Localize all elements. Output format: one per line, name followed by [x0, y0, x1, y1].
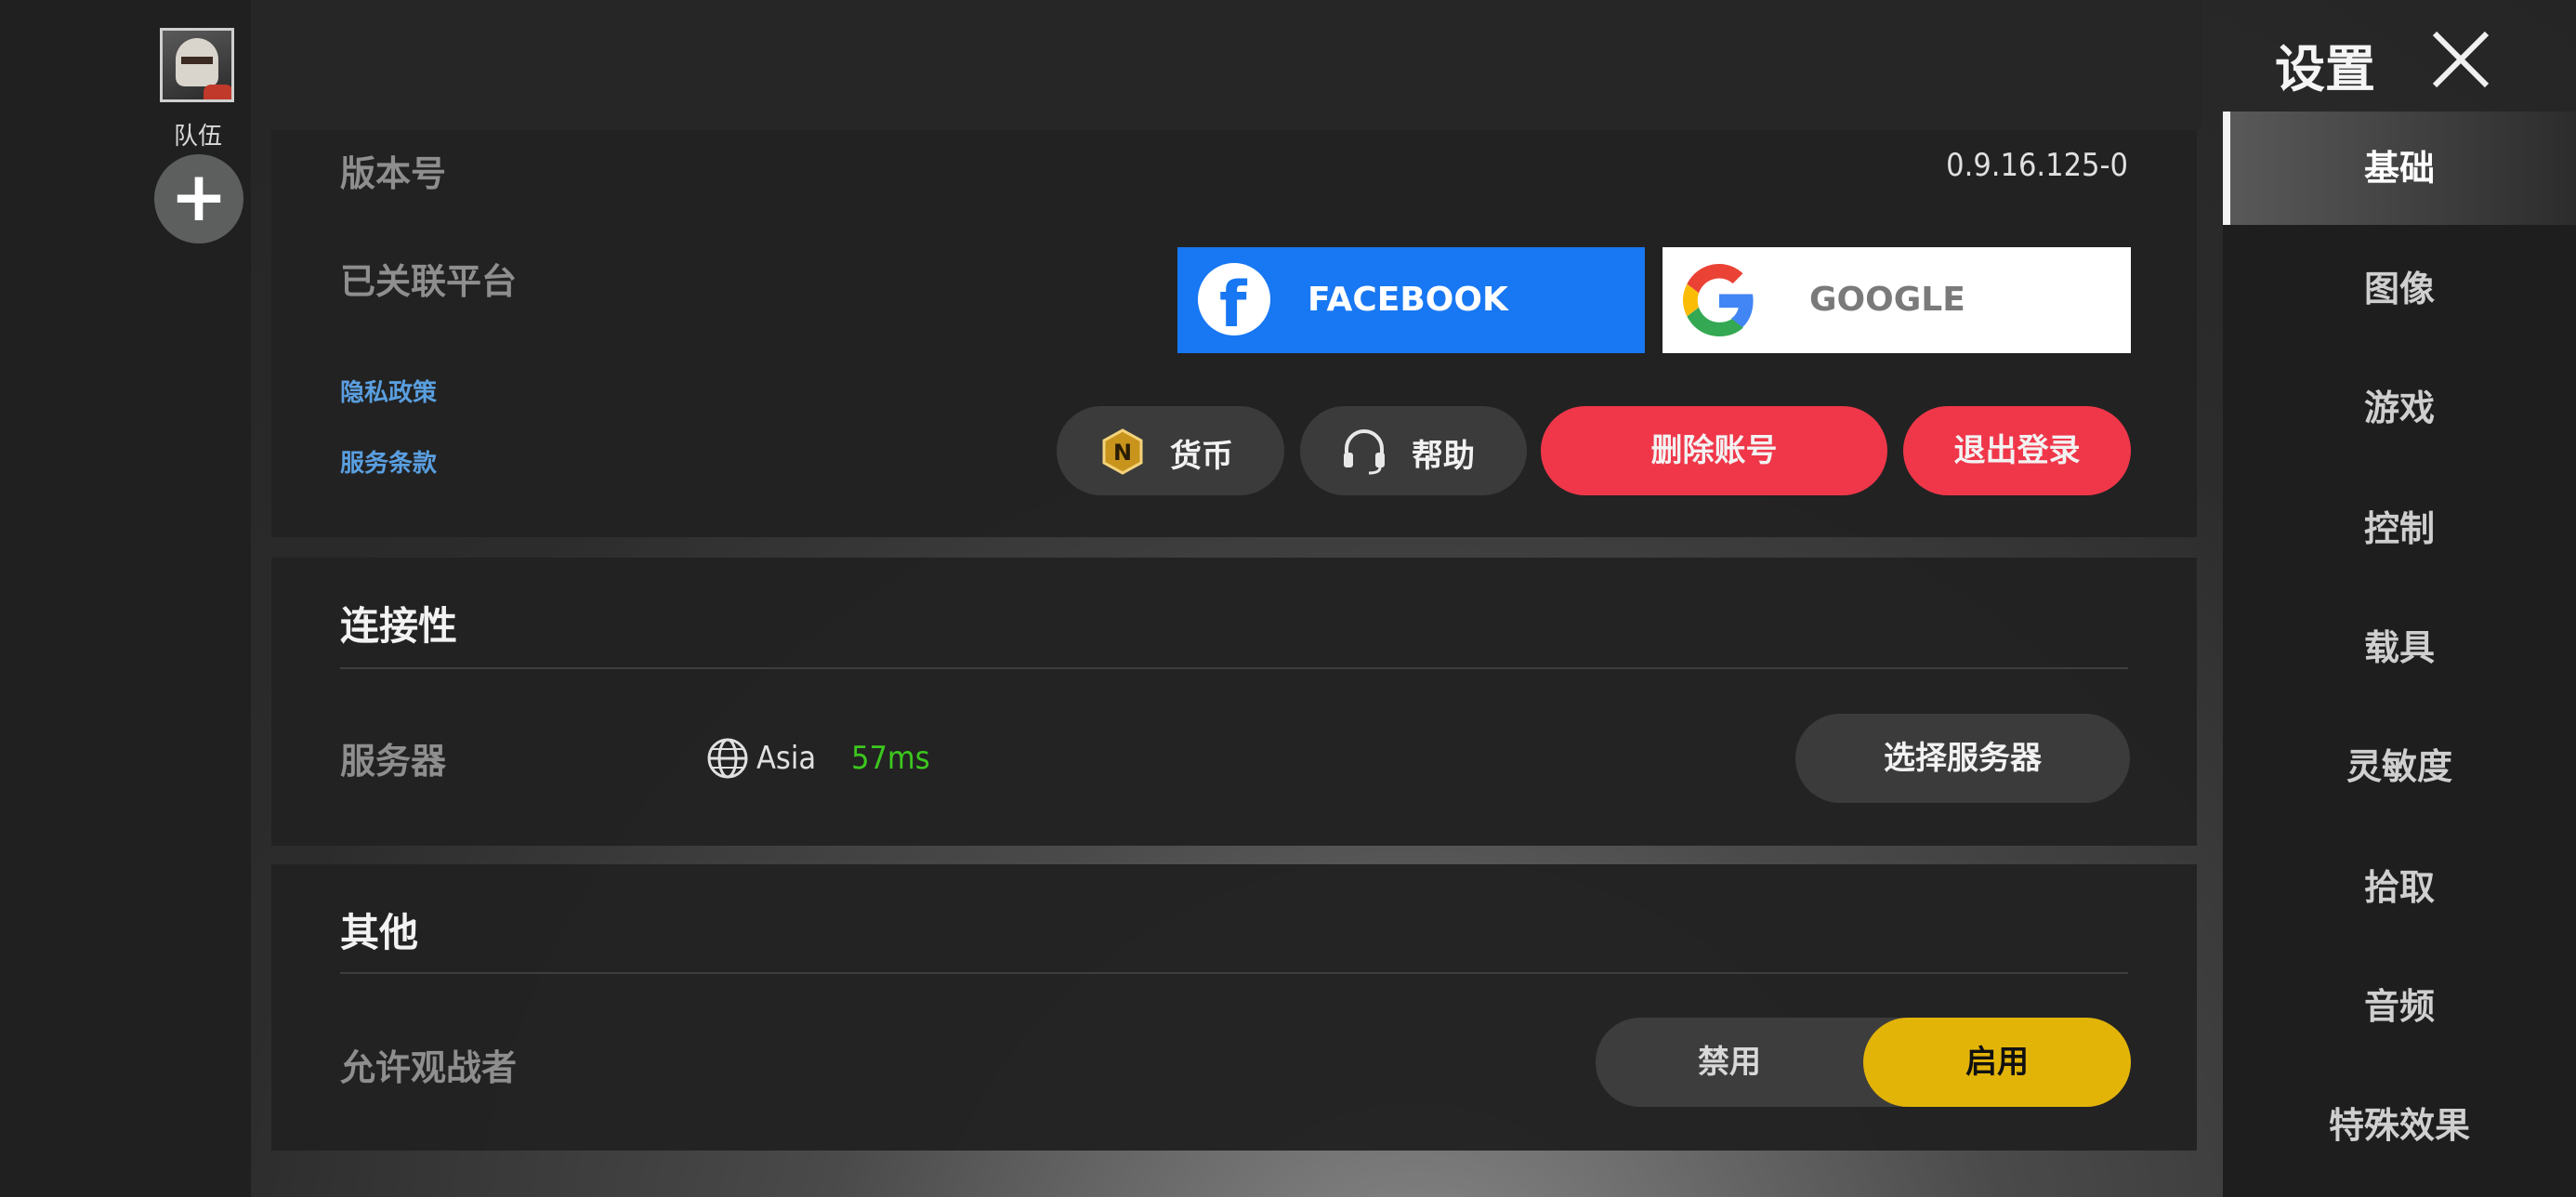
svg-text:N: N [1113, 440, 1132, 466]
server-label: 服务器 [340, 741, 447, 782]
currency-coin-icon: N [1102, 428, 1143, 475]
spectator-toggle[interactable]: 禁用 启用 [1596, 1018, 2131, 1107]
google-logo-icon [1683, 264, 1754, 336]
connectivity-card: 连接性 服务器 Asia 57ms 选择服务器 [271, 558, 2197, 846]
help-button[interactable]: 帮助 [1300, 406, 1527, 495]
facebook-link-button[interactable]: f FACEBOOK [1177, 247, 1645, 353]
delete-account-button[interactable]: 删除账号 [1541, 406, 1887, 495]
select-server-button[interactable]: 选择服务器 [1795, 714, 2130, 803]
allow-spectators-label: 允许观战者 [340, 1047, 518, 1088]
google-button-label: GOOGLE [1809, 281, 1965, 319]
google-link-button[interactable]: GOOGLE [1663, 247, 2131, 353]
sidebar-item-pickup[interactable]: 拾取 [2223, 831, 2576, 944]
delete-account-label: 删除账号 [1650, 432, 1778, 469]
plus-icon: + [169, 157, 228, 237]
avatar-visor [181, 57, 213, 64]
logout-button[interactable]: 退出登录 [1903, 406, 2131, 495]
sidebar-item-sensitivity[interactable]: 灵敏度 [2223, 710, 2576, 823]
logout-label: 退出登录 [1953, 432, 2081, 469]
close-icon[interactable] [2429, 28, 2492, 91]
other-card: 其他 允许观战者 [271, 864, 2197, 1151]
select-server-label: 选择服务器 [1884, 740, 2042, 777]
facebook-button-label: FACEBOOK [1308, 281, 1508, 319]
connectivity-divider [340, 667, 2128, 669]
linked-platform-label: 已关联平台 [340, 261, 518, 302]
sidebar-item-game[interactable]: 游戏 [2223, 351, 2576, 465]
page-title: 设置 [2275, 40, 2375, 99]
privacy-policy-link[interactable]: 隐私政策 [340, 374, 437, 408]
toggle-disable-option[interactable]: 禁用 [1596, 1018, 1863, 1107]
top-bar [251, 0, 2202, 130]
server-ping: 57ms [851, 740, 930, 777]
sidebar-item-graphics[interactable]: 图像 [2223, 232, 2576, 346]
sidebar-item-basic[interactable]: 基础 [2223, 112, 2576, 225]
globe-icon [707, 738, 748, 779]
player-avatar[interactable] [160, 28, 234, 102]
add-teammate-button[interactable]: + [154, 154, 243, 243]
terms-of-service-link[interactable]: 服务条款 [340, 444, 437, 479]
settings-sidebar: 基础 图像 游戏 控制 载具 灵敏度 拾取 音频 特殊效果 [2223, 112, 2576, 1197]
sidebar-item-vehicles[interactable]: 载具 [2223, 591, 2576, 704]
sidebar-item-audio[interactable]: 音频 [2223, 950, 2576, 1063]
connectivity-title: 连接性 [340, 603, 458, 649]
toggle-enable-option[interactable]: 启用 [1863, 1018, 2131, 1107]
sidebar-item-special-effects[interactable]: 特殊效果 [2223, 1069, 2576, 1182]
team-label: 队伍 [173, 123, 222, 151]
sidebar-item-controls[interactable]: 控制 [2223, 472, 2576, 585]
other-divider [340, 972, 2128, 974]
avatar-shoulder [204, 85, 231, 99]
currency-label: 货币 [1170, 438, 1233, 475]
version-value: 0.9.16.125-0 [1946, 147, 2128, 184]
currency-button[interactable]: N 货币 [1057, 406, 1284, 495]
other-title: 其他 [340, 910, 419, 955]
facebook-logo-icon: f [1198, 263, 1270, 342]
help-label: 帮助 [1412, 438, 1475, 475]
headset-icon [1344, 429, 1385, 475]
version-label: 版本号 [340, 153, 447, 194]
server-region: Asia [756, 740, 817, 777]
